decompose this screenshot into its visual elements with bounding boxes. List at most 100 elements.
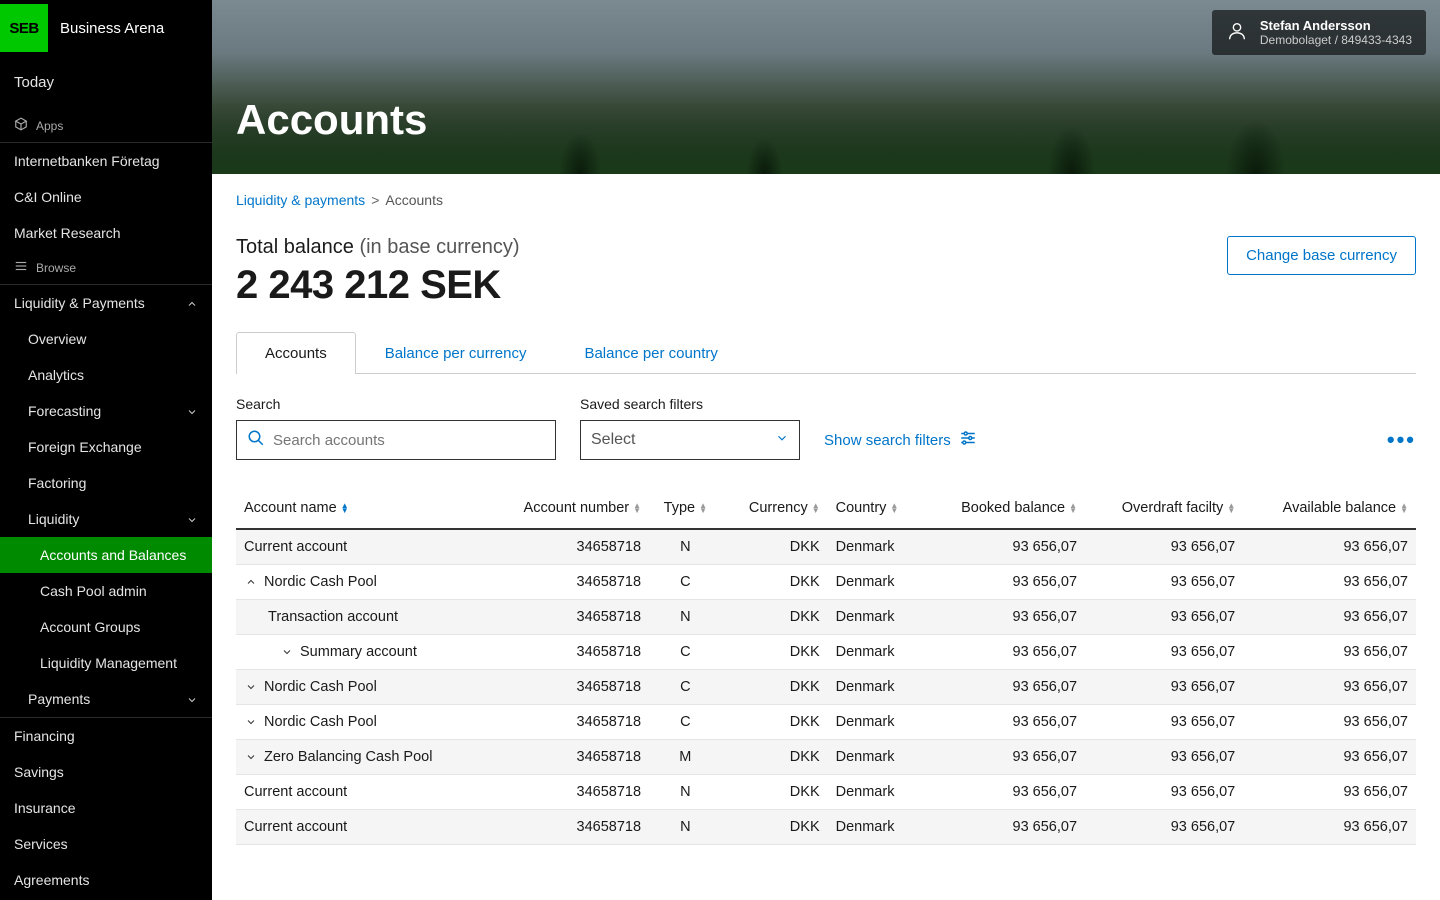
table-row[interactable]: Zero Balancing Cash Pool34658718MDKKDenm… xyxy=(236,740,1416,775)
user-badge[interactable]: Stefan Andersson Demobolaget / 849433-43… xyxy=(1212,10,1426,55)
collapse-icon[interactable] xyxy=(244,575,258,589)
sidebar-lp-item[interactable]: Overview xyxy=(0,321,212,357)
nav-payments[interactable]: Payments xyxy=(0,681,212,717)
column-label: Country xyxy=(836,500,887,516)
overdraft-cell: 93 656,07 xyxy=(1085,705,1243,740)
apps-label: Apps xyxy=(36,119,63,133)
available-cell: 93 656,07 xyxy=(1243,529,1416,565)
table-row[interactable]: Summary account34658718CDKKDenmark93 656… xyxy=(236,635,1416,670)
country-cell: Denmark xyxy=(828,670,924,705)
column-label: Currency xyxy=(749,500,808,516)
country-cell: Denmark xyxy=(828,635,924,670)
column-header[interactable]: Overdraft facilty▲▼ xyxy=(1085,488,1243,529)
sidebar-bottom-item[interactable]: Financing xyxy=(0,718,212,754)
column-label: Available balance xyxy=(1283,500,1396,516)
table-row[interactable]: Nordic Cash Pool34658718CDKKDenmark93 65… xyxy=(236,705,1416,740)
balance-label-text: Total balance xyxy=(236,236,354,258)
table-row[interactable]: Nordic Cash Pool34658718CDKKDenmark93 65… xyxy=(236,670,1416,705)
tabs: AccountsBalance per currencyBalance per … xyxy=(236,332,1416,374)
sidebar-liquidity-item[interactable]: Accounts and Balances xyxy=(0,537,212,573)
account-name-cell: Nordic Cash Pool xyxy=(244,574,478,590)
nav-item-label: Overview xyxy=(28,331,86,347)
nav-browse-header: Browse xyxy=(0,251,212,285)
type-cell: N xyxy=(649,775,722,810)
booked-cell: 93 656,07 xyxy=(924,775,1085,810)
column-header[interactable]: Type▲▼ xyxy=(649,488,722,529)
nav-today[interactable]: Today xyxy=(0,56,212,109)
saved-filters-select[interactable]: Select xyxy=(580,420,800,460)
sidebar-liquidity-item[interactable]: Account Groups xyxy=(0,609,212,645)
sidebar-app-item[interactable]: C&I Online xyxy=(0,179,212,215)
accounts-table: Account name▲▼Account number▲▼Type▲▼Curr… xyxy=(236,488,1416,845)
sidebar-bottom-item[interactable]: Services xyxy=(0,826,212,862)
saved-filters-field: Saved search filters Select xyxy=(580,396,800,460)
sidebar-bottom-item[interactable]: Agreements xyxy=(0,862,212,898)
breadcrumb-sep: > xyxy=(371,192,379,208)
type-cell: N xyxy=(649,810,722,845)
expand-icon[interactable] xyxy=(244,680,258,694)
account-name-cell: Transaction account xyxy=(244,609,478,625)
nav-item-label: Factoring xyxy=(28,475,86,491)
currency-cell: DKK xyxy=(722,740,828,775)
column-header[interactable]: Available balance ▲▼ xyxy=(1243,488,1416,529)
booked-cell: 93 656,07 xyxy=(924,670,1085,705)
sort-icon: ▲▼ xyxy=(1400,503,1408,513)
table-row[interactable]: Transaction account34658718NDKKDenmark93… xyxy=(236,600,1416,635)
account-name-cell: Summary account xyxy=(244,644,478,660)
tab-accounts[interactable]: Accounts xyxy=(236,332,356,374)
sidebar-lp-item[interactable]: Analytics xyxy=(0,357,212,393)
account-name-cell: Current account xyxy=(244,539,478,555)
table-row[interactable]: Nordic Cash Pool34658718CDKKDenmark93 65… xyxy=(236,565,1416,600)
table-row[interactable]: Current account34658718NDKKDenmark93 656… xyxy=(236,775,1416,810)
sort-icon: ▲▼ xyxy=(1227,503,1235,513)
search-input-wrap[interactable] xyxy=(236,420,556,460)
breadcrumb-parent[interactable]: Liquidity & payments xyxy=(236,192,365,208)
column-header[interactable]: Booked balance▲▼ xyxy=(924,488,1085,529)
sidebar-app-item[interactable]: Market Research xyxy=(0,215,212,251)
table-row[interactable]: Current account34658718NDKKDenmark93 656… xyxy=(236,529,1416,565)
available-cell: 93 656,07 xyxy=(1243,565,1416,600)
sliders-icon xyxy=(959,429,977,451)
type-cell: C xyxy=(649,670,722,705)
tab-balance-per-country[interactable]: Balance per country xyxy=(555,332,746,374)
account-number-cell: 34658718 xyxy=(486,635,649,670)
overdraft-cell: 93 656,07 xyxy=(1085,600,1243,635)
chevron-down-icon xyxy=(775,431,789,450)
tab-balance-per-currency[interactable]: Balance per currency xyxy=(356,332,556,374)
country-cell: Denmark xyxy=(828,529,924,565)
sort-icon: ▲▼ xyxy=(633,503,641,513)
brand-logo[interactable]: SEB xyxy=(0,4,48,52)
table-row[interactable]: Current account34658718NDKKDenmark93 656… xyxy=(236,810,1416,845)
nav-liquidity-payments[interactable]: Liquidity & Payments xyxy=(0,285,212,321)
column-header[interactable]: Account name▲▼ xyxy=(236,488,486,529)
expand-icon[interactable] xyxy=(280,645,294,659)
dots-horizontal-icon: ••• xyxy=(1387,427,1416,453)
sidebar-lp-item[interactable]: Forecasting xyxy=(0,393,212,429)
more-actions-button[interactable]: ••• xyxy=(1387,420,1416,460)
column-header[interactable]: Currency▲▼ xyxy=(722,488,828,529)
sidebar-bottom-item[interactable]: Insurance xyxy=(0,790,212,826)
breadcrumb-current: Accounts xyxy=(385,192,443,208)
overdraft-cell: 93 656,07 xyxy=(1085,565,1243,600)
column-label: Booked balance xyxy=(961,500,1065,516)
show-search-filters-link[interactable]: Show search filters xyxy=(824,420,977,460)
user-company: Demobolaget / 849433-4343 xyxy=(1260,33,1412,47)
expand-icon[interactable] xyxy=(244,750,258,764)
sidebar-lp-item[interactable]: Foreign Exchange xyxy=(0,429,212,465)
search-input[interactable] xyxy=(273,432,545,449)
expand-icon[interactable] xyxy=(244,715,258,729)
balance-value: 2 243 212 SEK xyxy=(236,263,520,308)
sidebar-lp-item[interactable]: Factoring xyxy=(0,465,212,501)
user-icon xyxy=(1226,20,1248,45)
change-base-currency-button[interactable]: Change base currency xyxy=(1227,236,1416,275)
nav-liquidity-label: Liquidity xyxy=(28,511,79,527)
sidebar-liquidity-item[interactable]: Cash Pool admin xyxy=(0,573,212,609)
sidebar-app-item[interactable]: Internetbanken Företag xyxy=(0,143,212,179)
column-header[interactable]: Country▲▼ xyxy=(828,488,924,529)
sidebar-bottom-item[interactable]: Savings xyxy=(0,754,212,790)
nav-liquidity[interactable]: Liquidity xyxy=(0,501,212,537)
show-filters-label: Show search filters xyxy=(824,432,951,449)
sidebar-liquidity-item[interactable]: Liquidity Management xyxy=(0,645,212,681)
column-header[interactable]: Account number▲▼ xyxy=(486,488,649,529)
type-cell: C xyxy=(649,705,722,740)
